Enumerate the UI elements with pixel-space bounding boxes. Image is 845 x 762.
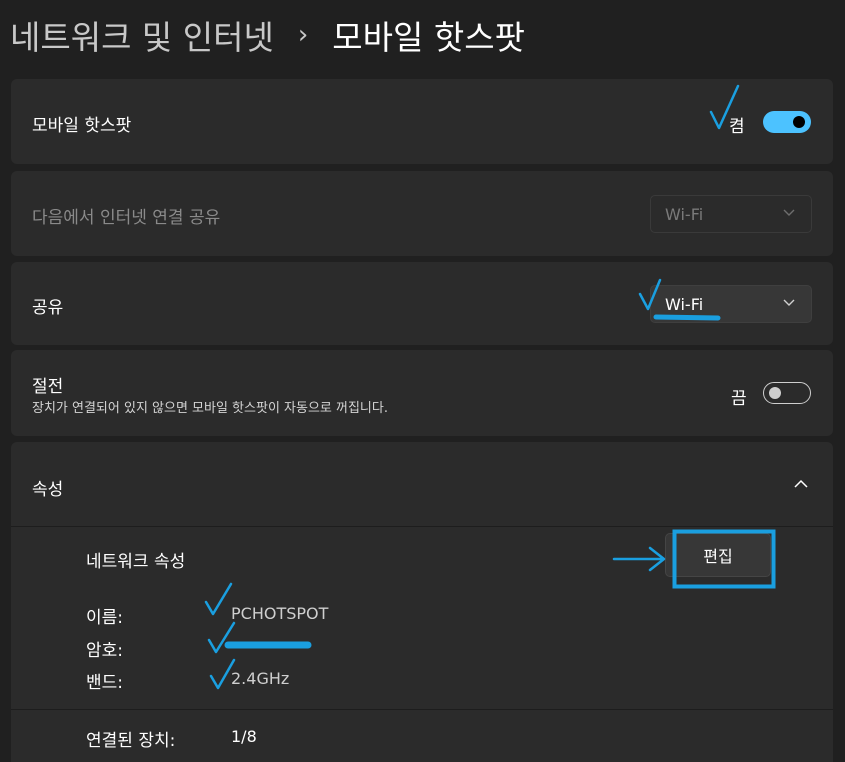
share-from-label: 다음에서 인터넷 연결 공유 (32, 208, 221, 228)
power-saving-description: 장치가 연결되어 있지 않으면 모바일 핫스팟이 자동으로 꺼집니다. (32, 401, 388, 416)
chevron-right-icon: › (297, 20, 309, 50)
password-key: 암호: (86, 641, 124, 661)
chevron-down-icon (783, 299, 795, 306)
network-properties-title: 네트워크 속성 (86, 552, 186, 572)
breadcrumb: 네트워크 및 인터넷 › 모바일 핫스팟 (10, 10, 525, 60)
share-over-dropdown[interactable]: Wi-Fi (650, 285, 812, 323)
hotspot-state-text: 켬 (729, 117, 745, 137)
share-from-dropdown[interactable]: Wi-Fi (650, 195, 812, 233)
properties-divider (11, 526, 833, 527)
power-saving-label: 절전 (32, 377, 64, 397)
connected-devices-value: 1/8 (231, 727, 257, 746)
hotspot-toggle[interactable] (763, 111, 811, 133)
share-over-value: Wi-Fi (665, 295, 704, 314)
connected-divider (11, 709, 833, 710)
breadcrumb-parent[interactable]: 네트워크 및 인터넷 (10, 11, 274, 59)
hotspot-card: 모바일 핫스팟 켬 (11, 79, 833, 164)
chevron-down-icon (783, 209, 795, 216)
hotspot-label: 모바일 핫스팟 (32, 116, 132, 136)
power-saving-state-text: 끔 (731, 389, 747, 409)
share-over-label: 공유 (32, 298, 64, 318)
properties-header[interactable]: 속성 (11, 442, 833, 526)
name-value: PCHOTSPOT (231, 604, 329, 623)
band-value: 2.4GHz (231, 669, 290, 688)
chevron-up-icon[interactable] (794, 479, 808, 488)
band-key: 밴드: (86, 673, 124, 693)
power-saving-toggle[interactable] (763, 382, 811, 404)
edit-button[interactable]: 편집 (665, 533, 771, 577)
name-key: 이름: (86, 608, 124, 628)
page-title: 모바일 핫스팟 (332, 18, 525, 57)
connected-devices-key: 연결된 장치: (86, 731, 176, 751)
share-over-card: 공유 Wi-Fi (11, 262, 833, 345)
power-saving-card: 절전 장치가 연결되어 있지 않으면 모바일 핫스팟이 자동으로 꺼집니다. 끔 (11, 350, 833, 436)
share-from-value: Wi-Fi (665, 205, 704, 224)
properties-label: 속성 (32, 480, 64, 500)
properties-card: 속성 (11, 442, 833, 762)
share-from-card: 다음에서 인터넷 연결 공유 Wi-Fi (11, 171, 833, 256)
